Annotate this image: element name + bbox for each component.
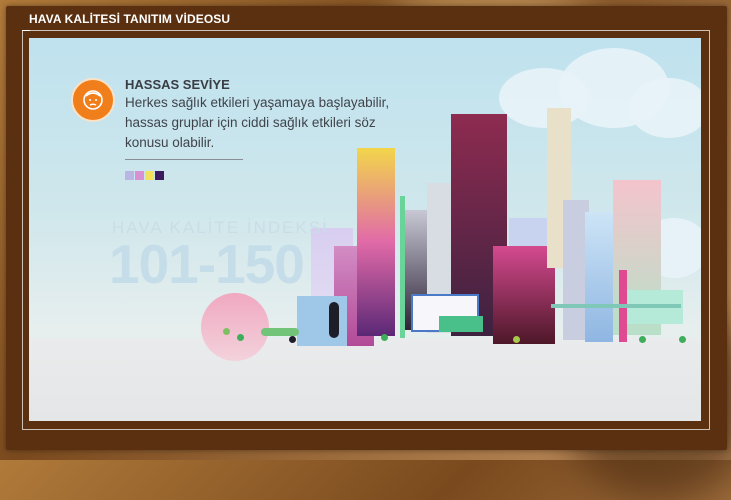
- dot: [237, 334, 244, 341]
- dot: [513, 336, 520, 343]
- building: [493, 246, 555, 344]
- color-swatch: [155, 171, 164, 180]
- separator: [125, 159, 243, 160]
- face-icon: [71, 78, 115, 122]
- video-player[interactable]: HASSAS SEVİYE Herkes sağlık etkileri yaş…: [29, 38, 701, 421]
- color-swatch: [125, 171, 134, 180]
- dot: [679, 336, 686, 343]
- tree: [329, 302, 339, 338]
- dot: [289, 336, 296, 343]
- building: [439, 316, 483, 332]
- level-title: HASSAS SEVİYE: [125, 77, 230, 92]
- window-title: HAVA KALİTESİ TANITIM VİDEOSU: [29, 12, 231, 26]
- building: [297, 296, 347, 346]
- cloud: [629, 78, 701, 138]
- dot: [639, 336, 646, 343]
- building: [585, 212, 613, 342]
- index-range: 101-150: [109, 233, 305, 295]
- dot: [381, 334, 388, 341]
- ground: [29, 338, 701, 421]
- dot: [223, 328, 230, 335]
- pink-sun: [201, 293, 269, 361]
- color-swatch: [135, 171, 144, 180]
- level-description: Herkes sağlık etkileri yaşamaya başlayab…: [125, 95, 390, 150]
- building: [357, 148, 395, 336]
- bridge: [551, 304, 681, 308]
- color-swatch: [145, 171, 154, 180]
- bus: [261, 328, 299, 336]
